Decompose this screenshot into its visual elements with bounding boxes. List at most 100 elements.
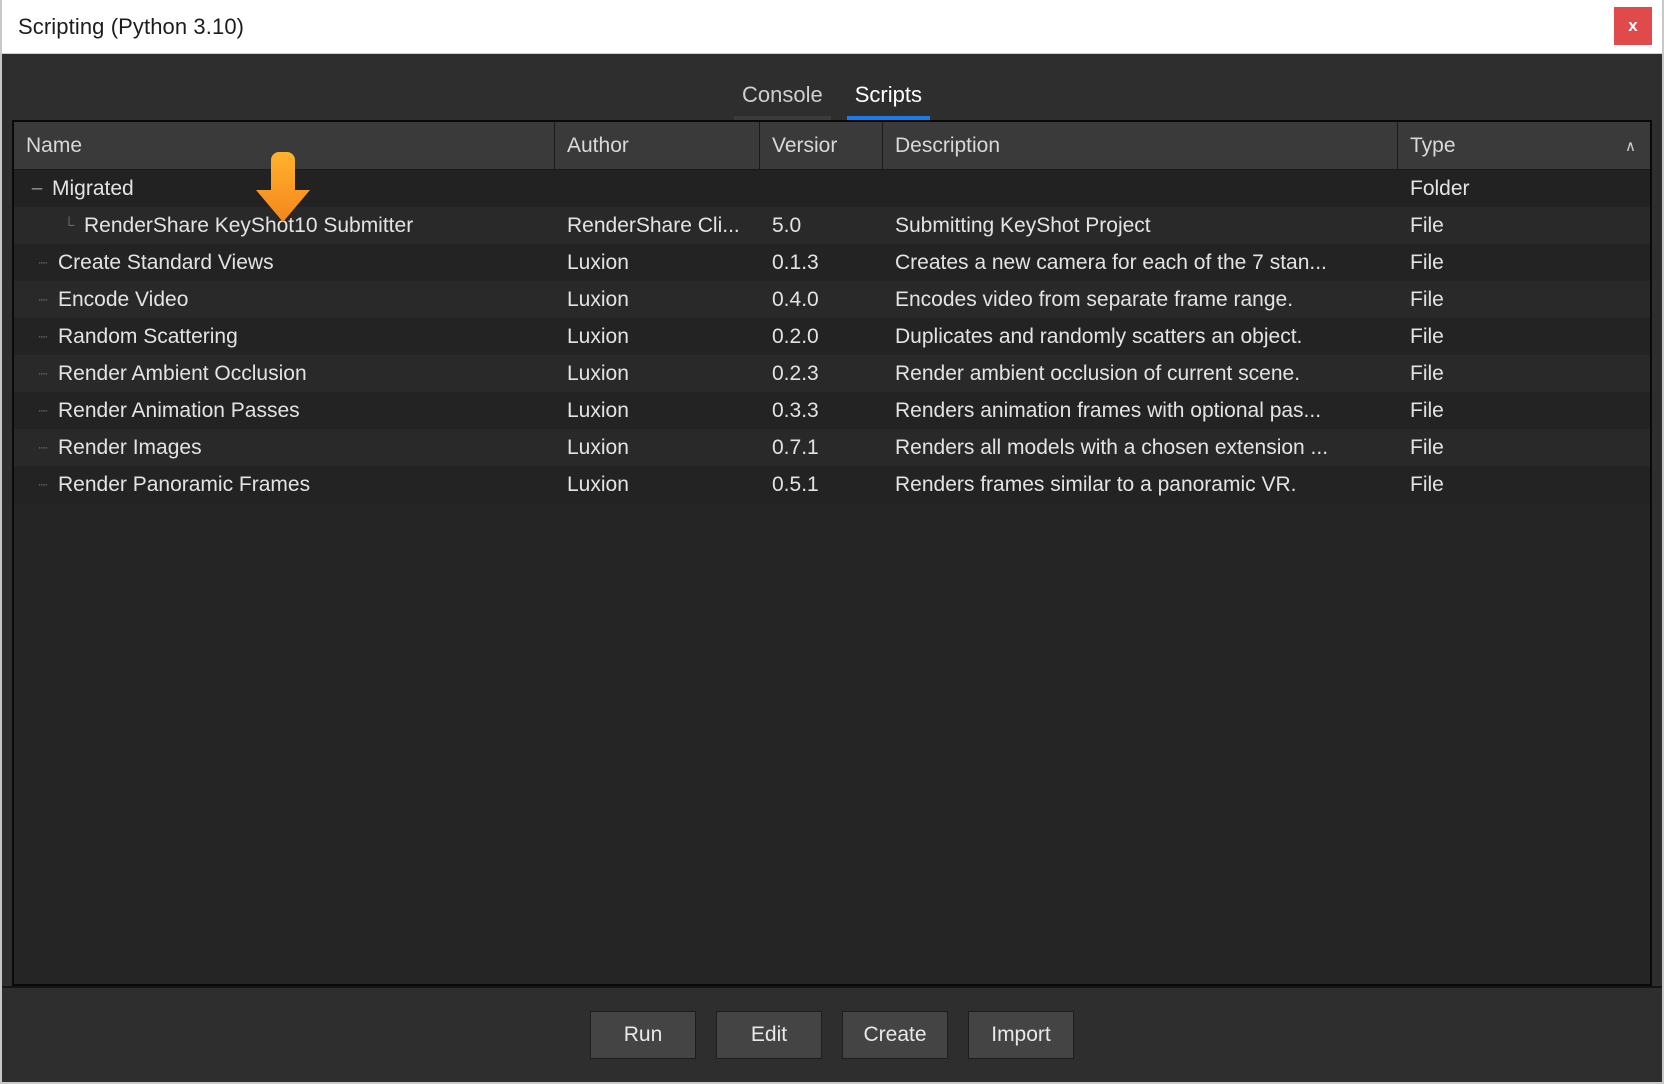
scripting-window: Scripting (Python 3.10) x Console Script… <box>0 0 1664 1084</box>
cell-name-label: Render Images <box>58 435 202 459</box>
create-button[interactable]: Create <box>842 1011 948 1059</box>
title-bar: Scripting (Python 3.10) x <box>2 0 1662 54</box>
cell-description: Duplicates and randomly scatters an obje… <box>895 324 1303 348</box>
sort-ascending-icon[interactable]: ∧ <box>1625 137 1636 155</box>
tree-branch-icon: ┈ <box>38 402 48 420</box>
cell-version: 0.1.3 <box>772 250 819 274</box>
table-row[interactable]: ┈ Render Animation Passes Luxion 0.3.3 Rende… <box>14 392 1650 429</box>
cell-type: File <box>1410 287 1444 311</box>
tab-bar: Console Scripts <box>2 54 1662 120</box>
cell-description: Creates a new camera for each of the 7 s… <box>895 250 1327 274</box>
cell-name: ┈ Render Panoramic Frames <box>14 466 555 503</box>
cell-author: Luxion <box>567 324 629 348</box>
tree-branch-icon: ┈ <box>38 291 48 309</box>
cell-author: Luxion <box>567 361 629 385</box>
cell-description <box>883 170 1398 207</box>
table-row[interactable]: ┈ Render Panoramic Frames Luxion 0.5.1 Rende… <box>14 466 1650 503</box>
column-header-version-label: Versior <box>772 133 838 157</box>
cell-description: Render ambient occlusion of current scen… <box>895 361 1301 385</box>
cell-author: RenderShare Cli... <box>567 213 740 237</box>
column-header-description-label: Description <box>895 133 1001 157</box>
close-icon[interactable]: x <box>1614 7 1652 45</box>
scripts-panel: Name Author Versior Description Type ∧ –… <box>12 120 1652 986</box>
scripts-table-body: – Migrated Folder └ RenderShare KeyShot10 Su… <box>14 170 1650 984</box>
table-row[interactable]: ┈ Random Scattering Luxion 0.2.0 Duplicates … <box>14 318 1650 355</box>
cell-author: Luxion <box>567 435 629 459</box>
import-button[interactable]: Import <box>968 1011 1074 1059</box>
cell-name-label: Create Standard Views <box>58 250 274 274</box>
table-header-row: Name Author Versior Description Type ∧ <box>14 122 1650 170</box>
cell-type: File <box>1410 398 1444 422</box>
tab-scripts[interactable]: Scripts <box>839 82 938 120</box>
column-header-type[interactable]: Type ∧ <box>1398 122 1650 169</box>
cell-name: ┈ Random Scattering <box>14 318 555 355</box>
cell-version: 5.0 <box>772 213 802 237</box>
cell-name: ┈ Create Standard Views <box>14 244 555 281</box>
cell-version: 0.7.1 <box>772 435 819 459</box>
cell-description: Submitting KeyShot Project <box>895 213 1151 237</box>
table-row[interactable]: ┈ Create Standard Views Luxion 0.1.3 Creates… <box>14 244 1650 281</box>
cell-type: File <box>1410 213 1444 237</box>
cell-name: ┈ Render Images <box>14 429 555 466</box>
edit-button[interactable]: Edit <box>716 1011 822 1059</box>
tree-branch-icon: ┈ <box>38 328 48 346</box>
tree-branch-icon: └ <box>63 217 75 234</box>
cell-description: Renders all models with a chosen extensi… <box>895 435 1329 459</box>
cell-type: File <box>1410 435 1444 459</box>
cell-name-label: Migrated <box>52 176 134 200</box>
tab-list: Console Scripts <box>726 82 938 120</box>
tree-branch-icon: ┈ <box>38 476 48 494</box>
run-button[interactable]: Run <box>590 1011 696 1059</box>
tab-scripts-underline <box>846 116 930 120</box>
table-row[interactable]: ┈ Encode Video Luxion 0.4.0 Encodes video fr… <box>14 281 1650 318</box>
cell-name-label: Render Panoramic Frames <box>58 472 311 496</box>
cell-name-label: Encode Video <box>58 287 189 311</box>
column-header-description[interactable]: Description <box>883 122 1398 169</box>
cell-type: Folder <box>1410 176 1470 200</box>
column-header-author-label: Author <box>567 133 629 157</box>
cell-author: Luxion <box>567 250 629 274</box>
cell-type: File <box>1410 250 1444 274</box>
action-button-bar: Run Edit Create Import <box>2 986 1662 1082</box>
cell-version <box>760 170 883 207</box>
cell-name-label: Render Ambient Occlusion <box>58 361 307 385</box>
table-row[interactable]: └ RenderShare KeyShot10 Submitter RenderSh… <box>14 207 1650 244</box>
column-header-version[interactable]: Versior <box>760 122 883 169</box>
cell-type: File <box>1410 361 1444 385</box>
column-header-type-label: Type <box>1410 133 1456 157</box>
table-row-folder[interactable]: – Migrated Folder <box>14 170 1650 207</box>
column-header-name[interactable]: Name <box>14 122 555 169</box>
tree-branch-icon: ┈ <box>38 254 48 272</box>
cell-version: 0.4.0 <box>772 287 819 311</box>
cell-description: Renders frames similar to a panoramic VR… <box>895 472 1297 496</box>
cell-description: Renders animation frames with optional p… <box>895 398 1322 422</box>
cell-name-label: RenderShare KeyShot10 Submitter <box>84 213 414 237</box>
tab-console-underline <box>734 116 831 120</box>
cell-author <box>555 170 760 207</box>
table-row[interactable]: ┈ Render Ambient Occlusion Luxion 0.2.3 Rend… <box>14 355 1650 392</box>
cell-name: └ RenderShare KeyShot10 Submitter <box>14 207 555 244</box>
tab-scripts-label: Scripts <box>854 82 922 107</box>
page-title: Scripting (Python 3.10) <box>18 13 245 39</box>
cell-version: 0.5.1 <box>772 472 819 496</box>
cell-type: File <box>1410 324 1444 348</box>
cell-name-label: Render Animation Passes <box>58 398 300 422</box>
cell-name: ┈ Render Animation Passes <box>14 392 555 429</box>
cell-author: Luxion <box>567 398 629 422</box>
tree-branch-icon: ┈ <box>38 365 48 383</box>
column-header-author[interactable]: Author <box>555 122 760 169</box>
cell-version: 0.2.0 <box>772 324 819 348</box>
table-row[interactable]: ┈ Render Images Luxion 0.7.1 Renders all mod… <box>14 429 1650 466</box>
tab-console-label: Console <box>742 82 823 107</box>
cell-name-label: Random Scattering <box>58 324 238 348</box>
cell-name: ┈ Encode Video <box>14 281 555 318</box>
cell-name: – Migrated <box>14 170 555 207</box>
cell-version: 0.2.3 <box>772 361 819 385</box>
column-header-name-label: Name <box>26 133 83 157</box>
cell-author: Luxion <box>567 472 629 496</box>
tree-collapse-icon[interactable]: – <box>26 178 48 200</box>
cell-type: File <box>1410 472 1444 496</box>
tab-console[interactable]: Console <box>726 82 839 120</box>
cell-name: ┈ Render Ambient Occlusion <box>14 355 555 392</box>
tree-branch-icon: ┈ <box>38 439 48 457</box>
